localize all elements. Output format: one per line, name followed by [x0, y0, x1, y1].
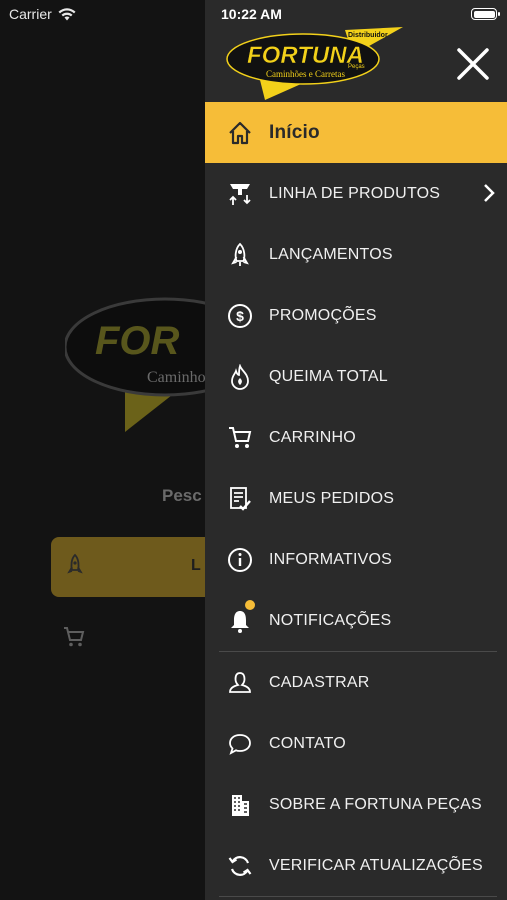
- background-card-label: L: [191, 557, 201, 574]
- svg-text:FOR: FOR: [95, 319, 180, 363]
- menu-item-informativos[interactable]: INFORMATIVOS: [205, 529, 507, 590]
- background-search-text: Pesc: [162, 486, 202, 505]
- menu-item-notificacoes[interactable]: NOTIFICAÇÕES: [205, 590, 507, 651]
- svg-text:FORTUNA: FORTUNA: [247, 42, 364, 69]
- menu-item-label: VERIFICAR ATUALIZAÇÕES: [269, 856, 483, 874]
- building-icon: [227, 792, 253, 818]
- refresh-icon: [227, 853, 253, 879]
- menu-item-label: CARRINHO: [269, 428, 356, 446]
- user-icon: [227, 670, 253, 696]
- close-icon[interactable]: [455, 46, 491, 82]
- menu-item-label: INFORMATIVOS: [269, 550, 392, 568]
- fire-icon: [227, 363, 253, 390]
- carrier-label: Carrier: [9, 6, 52, 22]
- notification-badge: [245, 600, 255, 610]
- status-time: 10:22 AM: [221, 6, 282, 22]
- background-overlay[interactable]: [0, 0, 205, 900]
- dollar-circle-icon: $: [227, 303, 253, 329]
- menu-item-contato[interactable]: CONTATO: [205, 713, 507, 774]
- svg-text:Peças: Peças: [348, 64, 365, 70]
- menu-item-label: SOBRE A FORTUNA PEÇAS: [269, 795, 482, 813]
- menu-divider: [219, 896, 497, 897]
- navigation-drawer: 10:22 AM FORTUNA Distribuidor Peças Cami…: [205, 0, 507, 900]
- menu-item-verificar-atualizacoes[interactable]: VERIFICAR ATUALIZAÇÕES: [205, 835, 507, 896]
- info-icon: [227, 547, 253, 573]
- home-icon: [227, 120, 253, 146]
- menu-item-label: QUEIMA TOTAL: [269, 367, 388, 385]
- bell-icon: [227, 608, 253, 634]
- menu-item-label: CADASTRAR: [269, 673, 370, 691]
- menu-item-meus-pedidos[interactable]: MEUS PEDIDOS: [205, 468, 507, 529]
- menu-item-queima-total[interactable]: QUEIMA TOTAL: [205, 346, 507, 407]
- menu-item-promocoes[interactable]: $ PROMOÇÕES: [205, 285, 507, 346]
- wifi-icon: [58, 7, 76, 20]
- status-bar-left: Carrier: [9, 6, 76, 22]
- menu-item-label: Início: [269, 121, 320, 143]
- menu-item-label: NOTIFICAÇÕES: [269, 611, 392, 629]
- menu-item-label: PROMOÇÕES: [269, 306, 377, 324]
- svg-text:$: $: [236, 308, 244, 324]
- svg-text:Caminho: Caminho: [147, 369, 206, 386]
- menu-item-label: CONTATO: [269, 734, 346, 752]
- menu-item-sobre[interactable]: SOBRE A FORTUNA PEÇAS: [205, 774, 507, 835]
- cart-icon: [64, 627, 85, 647]
- drawer-menu: Início LINHA DE PRODUTOS LANÇAMENTOS $ P…: [205, 102, 507, 897]
- menu-item-label: LANÇAMENTOS: [269, 245, 393, 263]
- rocket-icon: [67, 553, 83, 574]
- menu-item-lancamentos[interactable]: LANÇAMENTOS: [205, 224, 507, 285]
- svg-text:Distribuidor: Distribuidor: [348, 32, 388, 39]
- fortuna-logo: FORTUNA Distribuidor Peças Caminhões e C…: [226, 27, 403, 100]
- svg-text:Caminhões e Carretas: Caminhões e Carretas: [266, 69, 345, 79]
- orders-icon: [227, 486, 253, 512]
- menu-item-linha-de-produtos[interactable]: LINHA DE PRODUTOS: [205, 163, 507, 224]
- menu-item-inicio[interactable]: Início: [205, 102, 507, 163]
- battery-icon: [471, 8, 500, 20]
- menu-item-carrinho[interactable]: CARRINHO: [205, 407, 507, 468]
- menu-item-cadastrar[interactable]: CADASTRAR: [205, 652, 507, 713]
- chevron-right-icon: [484, 184, 495, 202]
- menu-item-label: MEUS PEDIDOS: [269, 489, 395, 507]
- status-bar-right: 10:22 AM: [221, 6, 500, 22]
- chat-bubble-icon: [227, 731, 253, 757]
- product-line-icon: [227, 181, 253, 207]
- menu-item-label: LINHA DE PRODUTOS: [269, 184, 441, 202]
- cart-icon: [227, 425, 253, 451]
- rocket-icon: [227, 242, 253, 268]
